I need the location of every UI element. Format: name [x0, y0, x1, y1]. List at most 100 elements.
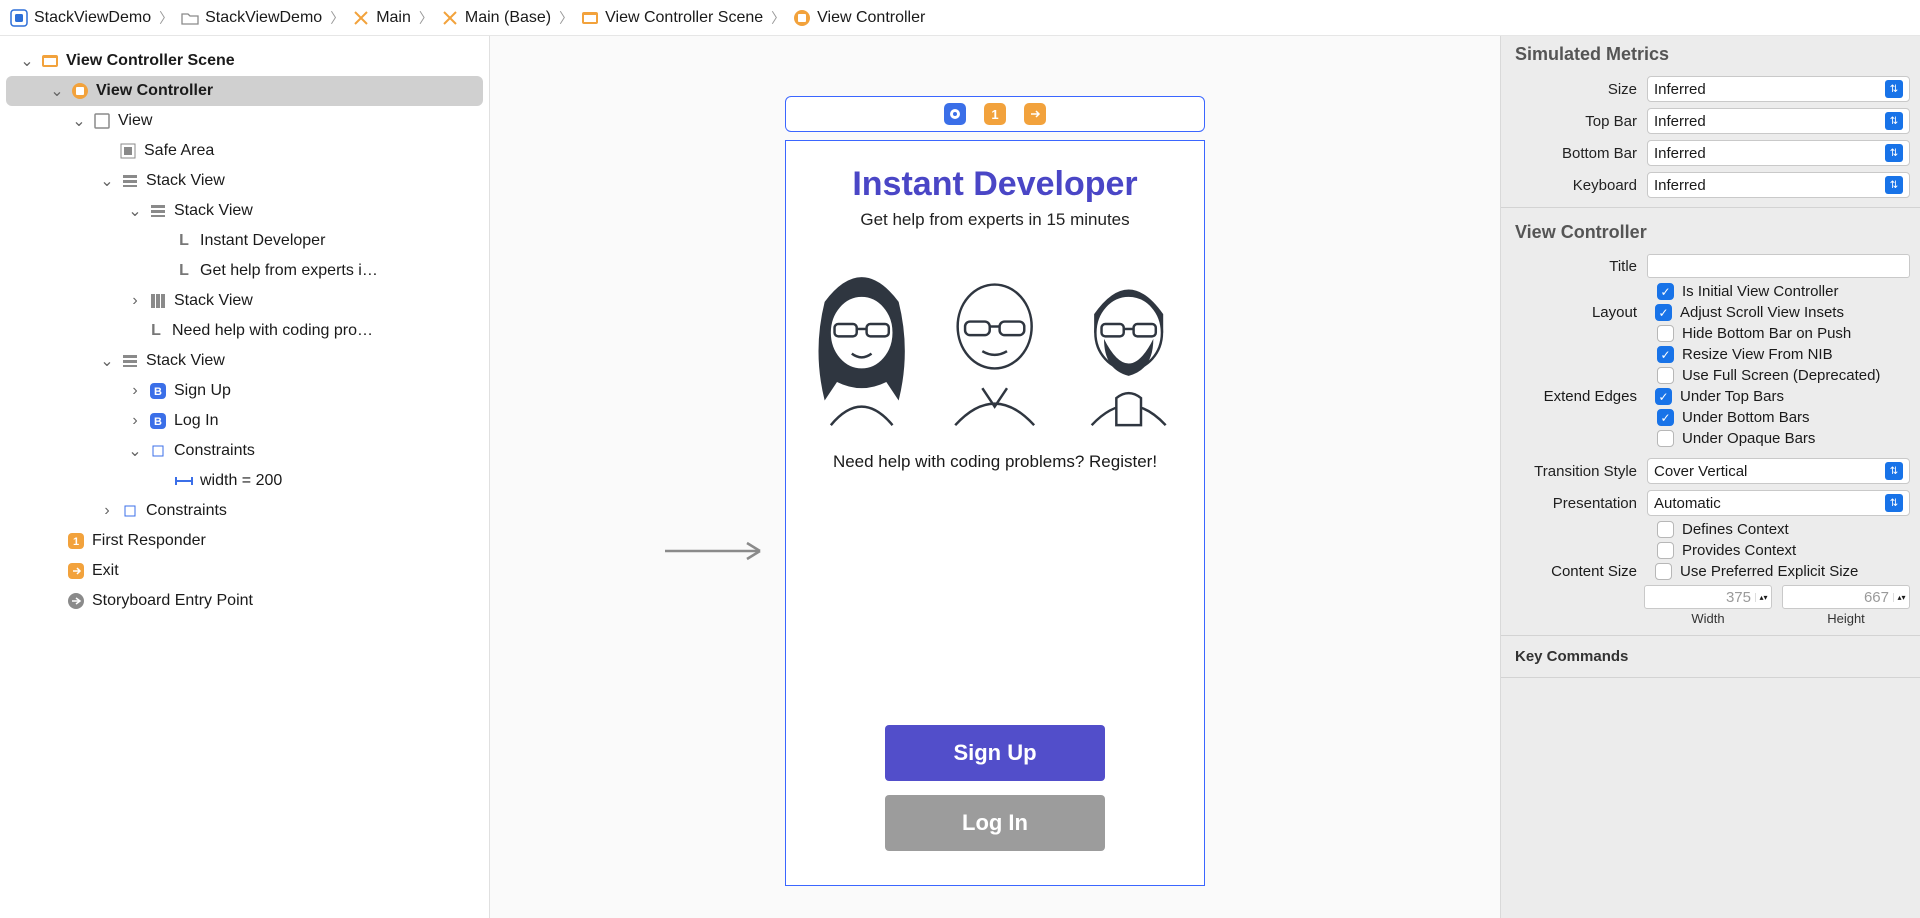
outline-constraints-view[interactable]: › Constraints	[0, 496, 489, 526]
stepper-value[interactable]: 667	[1783, 589, 1893, 606]
outline-entry-point[interactable]: Storyboard Entry Point	[0, 586, 489, 616]
topbar-popup[interactable]: Inferred⇅	[1647, 108, 1910, 134]
constraints-icon	[120, 501, 140, 521]
row-content-size[interactable]: Content Size Use Preferred Explicit Size	[1501, 561, 1920, 582]
outline-button-signup[interactable]: › B Sign Up	[0, 376, 489, 406]
row-fullscreen[interactable]: Use Full Screen (Deprecated)	[1501, 365, 1920, 386]
avatar-woman	[800, 260, 923, 430]
outline-stackview-avatars[interactable]: › Stack View	[0, 286, 489, 316]
section-simulated-metrics: Simulated Metrics	[1501, 36, 1920, 73]
check-label: Use Preferred Explicit Size	[1680, 563, 1858, 580]
disclosure-icon[interactable]: ⌄	[128, 201, 142, 221]
checkbox-under-bottom[interactable]	[1657, 409, 1674, 426]
row-initial[interactable]: Is Initial View Controller	[1501, 281, 1920, 302]
outline-label-sub[interactable]: L Get help from experts i…	[0, 256, 489, 286]
row-underopaque[interactable]: Under Opaque Bars	[1501, 428, 1920, 449]
outline-scene[interactable]: ⌄ View Controller Scene	[0, 46, 489, 76]
crumb-folder[interactable]: StackViewDemo	[181, 9, 322, 27]
outline-vc[interactable]: ⌄ View Controller	[6, 76, 483, 106]
bottombar-popup[interactable]: Inferred⇅	[1647, 140, 1910, 166]
avatar-man-bald	[933, 260, 1056, 430]
row-provides[interactable]: Provides Context	[1501, 540, 1920, 561]
crumb-scene[interactable]: View Controller Scene	[581, 9, 763, 27]
app-subtitle: Get help from experts in 15 minutes	[800, 210, 1190, 230]
disclosure-icon[interactable]: ›	[100, 502, 114, 520]
exit-dock-icon[interactable]	[1024, 103, 1046, 125]
checkbox-provides[interactable]	[1657, 542, 1674, 559]
stepper-arrows-icon: ⇅	[1885, 144, 1903, 162]
row-hidebottom[interactable]: Hide Bottom Bar on Push	[1501, 323, 1920, 344]
row-underbottom[interactable]: Under Bottom Bars	[1501, 407, 1920, 428]
stepper-buttons-icon[interactable]: ▴▾	[1755, 593, 1771, 602]
disclosure-icon[interactable]: ⌄	[50, 81, 64, 101]
disclosure-icon[interactable]: ›	[128, 382, 142, 400]
title-field[interactable]	[1647, 254, 1910, 278]
size-popup[interactable]: Inferred⇅	[1647, 76, 1910, 102]
disclosure-icon[interactable]: ⌄	[128, 441, 142, 461]
checkbox-adjust-insets[interactable]	[1655, 304, 1672, 321]
disclosure-icon[interactable]: ⌄	[72, 111, 86, 131]
row-defines[interactable]: Defines Context	[1501, 519, 1920, 540]
field-label: Size	[1501, 81, 1647, 98]
check-label: Under Top Bars	[1680, 388, 1784, 405]
outline-view[interactable]: ⌄ View	[0, 106, 489, 136]
crumb-label: View Controller	[817, 9, 925, 27]
safe-area-icon	[118, 141, 138, 161]
width-stepper[interactable]: 375▴▾ Width	[1644, 585, 1772, 626]
keyboard-popup[interactable]: Inferred⇅	[1647, 172, 1910, 198]
outline-label-need[interactable]: L Need help with coding pro…	[0, 316, 489, 346]
row-layout[interactable]: Layout Adjust Scroll View Insets	[1501, 302, 1920, 323]
crumb-vc[interactable]: View Controller	[793, 9, 925, 27]
checkbox-fullscreen[interactable]	[1657, 367, 1674, 384]
outline-label-title[interactable]: L Instant Developer	[0, 226, 489, 256]
outline-label: Need help with coding pro…	[172, 322, 373, 340]
outline-safe-area[interactable]: Safe Area	[0, 136, 489, 166]
crumb-main[interactable]: Main	[352, 9, 411, 27]
check-label: Defines Context	[1682, 521, 1789, 538]
outline-button-login[interactable]: › B Log In	[0, 406, 489, 436]
field-label: Content Size	[1501, 563, 1647, 580]
button-icon: B	[148, 381, 168, 401]
transition-popup[interactable]: Cover Vertical⇅	[1647, 458, 1910, 484]
outline-stackview-buttons[interactable]: ⌄ Stack View	[0, 346, 489, 376]
first-responder-dock-icon[interactable]: 1	[984, 103, 1006, 125]
row-extend[interactable]: Extend Edges Under Top Bars	[1501, 386, 1920, 407]
height-stepper[interactable]: 667▴▾ Height	[1782, 585, 1910, 626]
scene-dock[interactable]: 1	[785, 96, 1205, 132]
login-button[interactable]: Log In	[885, 795, 1105, 851]
crumb-main-base[interactable]: Main (Base)	[441, 9, 551, 27]
inspector-panel[interactable]: Simulated Metrics Size Inferred⇅ Top Bar…	[1500, 36, 1920, 918]
disclosure-icon[interactable]: ⌄	[100, 351, 114, 371]
checkbox-resize-nib[interactable]	[1657, 346, 1674, 363]
outline-exit[interactable]: Exit	[0, 556, 489, 586]
canvas[interactable]: 1 Instant Developer Get help from expert…	[490, 36, 1500, 918]
stepper-value[interactable]: 375	[1645, 589, 1755, 606]
checkbox-defines[interactable]	[1657, 521, 1674, 538]
disclosure-icon[interactable]: ⌄	[100, 171, 114, 191]
outline-first-responder[interactable]: 1 First Responder	[0, 526, 489, 556]
storyboard-entry-arrow[interactable]	[665, 536, 775, 566]
stepper-buttons-icon[interactable]: ▴▾	[1893, 593, 1909, 602]
outline-constraint-width[interactable]: width = 200	[0, 466, 489, 496]
presentation-popup[interactable]: Automatic⇅	[1647, 490, 1910, 516]
outline-label: View Controller Scene	[66, 52, 235, 70]
disclosure-icon[interactable]: ›	[128, 412, 142, 430]
signup-button[interactable]: Sign Up	[885, 725, 1105, 781]
label-icon: L	[174, 231, 194, 251]
vc-dock-icon[interactable]	[944, 103, 966, 125]
checkbox-under-top[interactable]	[1655, 388, 1672, 405]
outline-label: Instant Developer	[200, 232, 325, 250]
outline-stackview-header[interactable]: ⌄ Stack View	[0, 196, 489, 226]
outline-stackview-outer[interactable]: ⌄ Stack View	[0, 166, 489, 196]
row-resize[interactable]: Resize View From NIB	[1501, 344, 1920, 365]
checkbox-initial[interactable]	[1657, 283, 1674, 300]
document-outline[interactable]: ⌄ View Controller Scene ⌄ View Controlle…	[0, 36, 490, 918]
checkbox-hide-bottom[interactable]	[1657, 325, 1674, 342]
checkbox-under-opaque[interactable]	[1657, 430, 1674, 447]
disclosure-icon[interactable]: ›	[128, 292, 142, 310]
disclosure-icon[interactable]: ⌄	[20, 51, 34, 71]
crumb-project[interactable]: StackViewDemo	[10, 9, 151, 27]
device-preview[interactable]: Instant Developer Get help from experts …	[785, 140, 1205, 886]
outline-constraints[interactable]: ⌄ Constraints	[0, 436, 489, 466]
checkbox-preferred-size[interactable]	[1655, 563, 1672, 580]
